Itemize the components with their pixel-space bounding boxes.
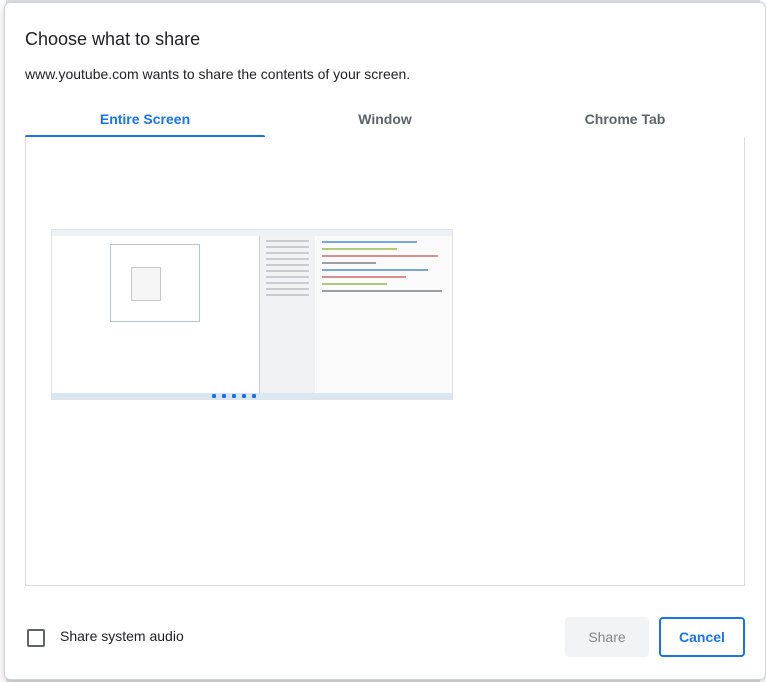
tab-chrome-tab[interactable]: Chrome Tab: [505, 101, 745, 137]
thumbnail-document-window: [110, 244, 200, 322]
share-button[interactable]: Share: [565, 617, 649, 657]
cancel-button[interactable]: Cancel: [659, 617, 745, 657]
thumbnail-document-inner: [131, 267, 161, 301]
thumbnail-sidebar-line: [266, 258, 309, 260]
thumbnail-code-line: [322, 241, 418, 243]
tab-window[interactable]: Window: [265, 101, 505, 137]
thumbnail-file-sidebar: [259, 236, 315, 393]
thumbnail-taskbar: [52, 393, 452, 399]
thumbnail-taskbar-icon: [232, 394, 236, 398]
thumbnail-sidebar-line: [266, 264, 309, 266]
share-dialog: Choose what to share www.youtube.com wan…: [4, 2, 766, 680]
thumbnail-sidebar-line: [266, 270, 309, 272]
screen-thumbnail[interactable]: [51, 229, 453, 400]
thumbnail-code-line: [322, 276, 407, 278]
share-audio-checkbox[interactable]: [27, 629, 45, 647]
thumbnail-code-line: [322, 255, 438, 257]
thumbnail-sidebar-line: [266, 294, 309, 296]
thumbnail-code-line: [322, 269, 429, 271]
thumbnail-code-line: [322, 283, 388, 285]
thumbnail-sidebar-line: [266, 282, 309, 284]
thumbnail-sidebar-line: [266, 246, 309, 248]
thumbnail-code-editor: [316, 236, 452, 393]
thumbnail-taskbar-icon: [242, 394, 246, 398]
dialog-title: Choose what to share: [25, 29, 201, 49]
thumbnail-code-line: [322, 290, 442, 292]
thumbnail-taskbar-icon: [222, 394, 226, 398]
thumbnail-sidebar-line: [266, 240, 309, 242]
share-audio-label: Share system audio: [60, 628, 184, 644]
thumbnail-sidebar-line: [266, 288, 309, 290]
thumbnail-taskbar-icon: [212, 394, 216, 398]
thumbnail-code-line: [322, 262, 377, 264]
thumbnail-code-line: [322, 248, 397, 250]
share-source-panel: [25, 137, 745, 586]
share-tabs: Entire Screen Window Chrome Tab: [25, 101, 745, 138]
thumbnail-sidebar-line: [266, 276, 309, 278]
thumbnail-sidebar-line: [266, 252, 309, 254]
tab-entire-screen[interactable]: Entire Screen: [25, 101, 265, 138]
thumbnail-taskbar-icon: [252, 394, 256, 398]
dialog-subtitle: www.youtube.com wants to share the conte…: [25, 66, 411, 82]
